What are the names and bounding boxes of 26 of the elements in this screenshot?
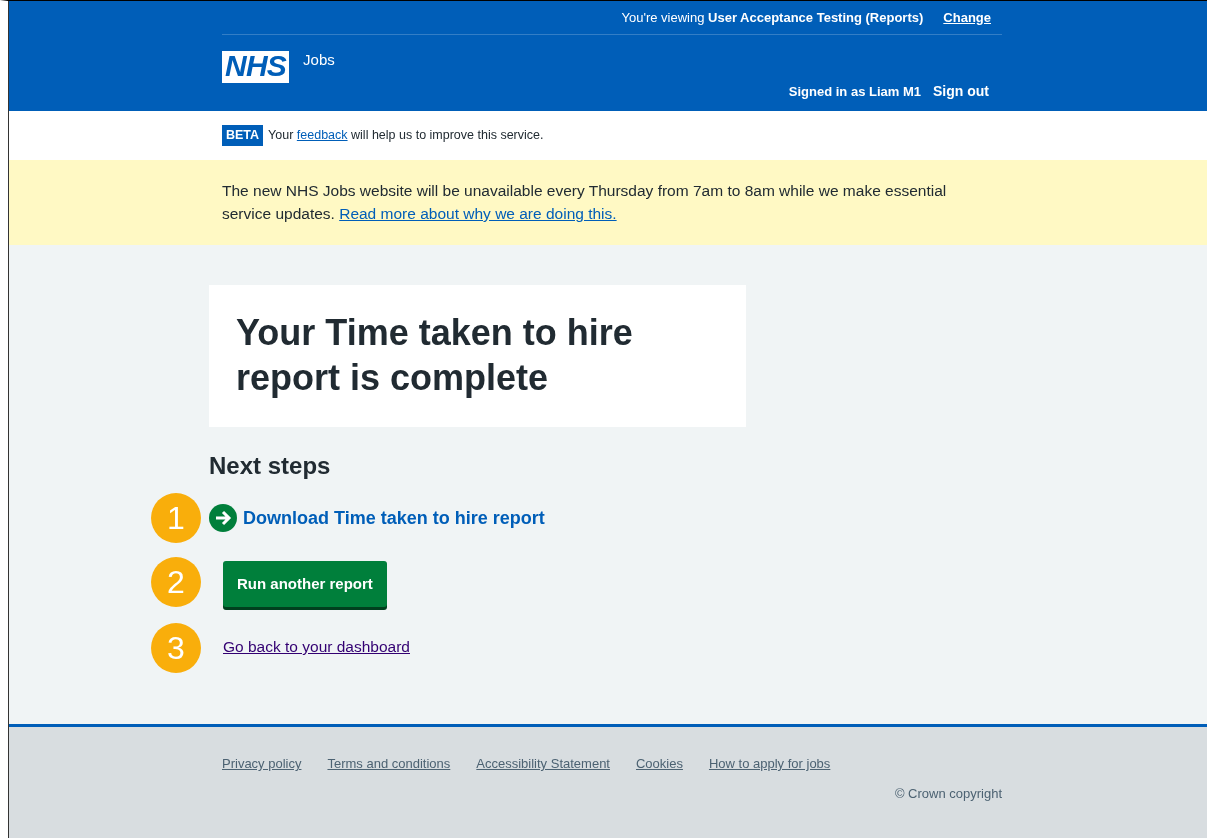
panel-title: Your Time taken to hire report is complete bbox=[236, 311, 634, 400]
change-link[interactable]: Change bbox=[943, 7, 991, 28]
notice-text: The new NHS Jobs website will be unavailable every Thursday from 7am to 8am while we make essential service updates. Read more about why we are doing this. bbox=[222, 181, 948, 224]
step-number-callout: 2 bbox=[151, 557, 201, 607]
beta-tag: BETA bbox=[222, 125, 264, 146]
copyright-text: © Crown copyright bbox=[894, 784, 1002, 803]
viewing-organisation-text: You're viewing User Acceptance Testing (Reports) bbox=[621, 8, 924, 27]
feedback-link[interactable]: feedback bbox=[296, 128, 348, 143]
footer-link[interactable]: Accessibility Statement bbox=[476, 754, 610, 774]
download-action-link[interactable]: Download Time taken to hire report bbox=[209, 504, 545, 532]
beta-feedback-text: Your feedback will help us to improve this service. bbox=[268, 127, 544, 145]
footer-link[interactable]: Cookies bbox=[636, 754, 683, 774]
footer-link[interactable]: How to apply for jobs bbox=[708, 754, 831, 774]
read-more-link[interactable]: Read more about why we are doing this. bbox=[339, 205, 617, 222]
run-report-button[interactable]: Run another report bbox=[223, 561, 387, 607]
footer-link[interactable]: Terms and conditions bbox=[327, 754, 451, 774]
step-number-callout: 3 bbox=[151, 623, 201, 673]
step-number-callout: 1 bbox=[151, 493, 201, 543]
service-name: Jobs bbox=[303, 50, 335, 70]
nhs-logo: NHS bbox=[222, 51, 290, 83]
dashboard-link[interactable]: Go back to your dashboard bbox=[223, 635, 410, 659]
footer-link[interactable]: Privacy policy bbox=[222, 754, 302, 774]
next-steps-heading: Next steps bbox=[209, 451, 331, 481]
signed-in-text: Signed in as Liam M1 bbox=[788, 82, 921, 101]
arrow-right-circle-icon bbox=[209, 504, 237, 532]
sign-out-link[interactable]: Sign out bbox=[933, 81, 989, 102]
